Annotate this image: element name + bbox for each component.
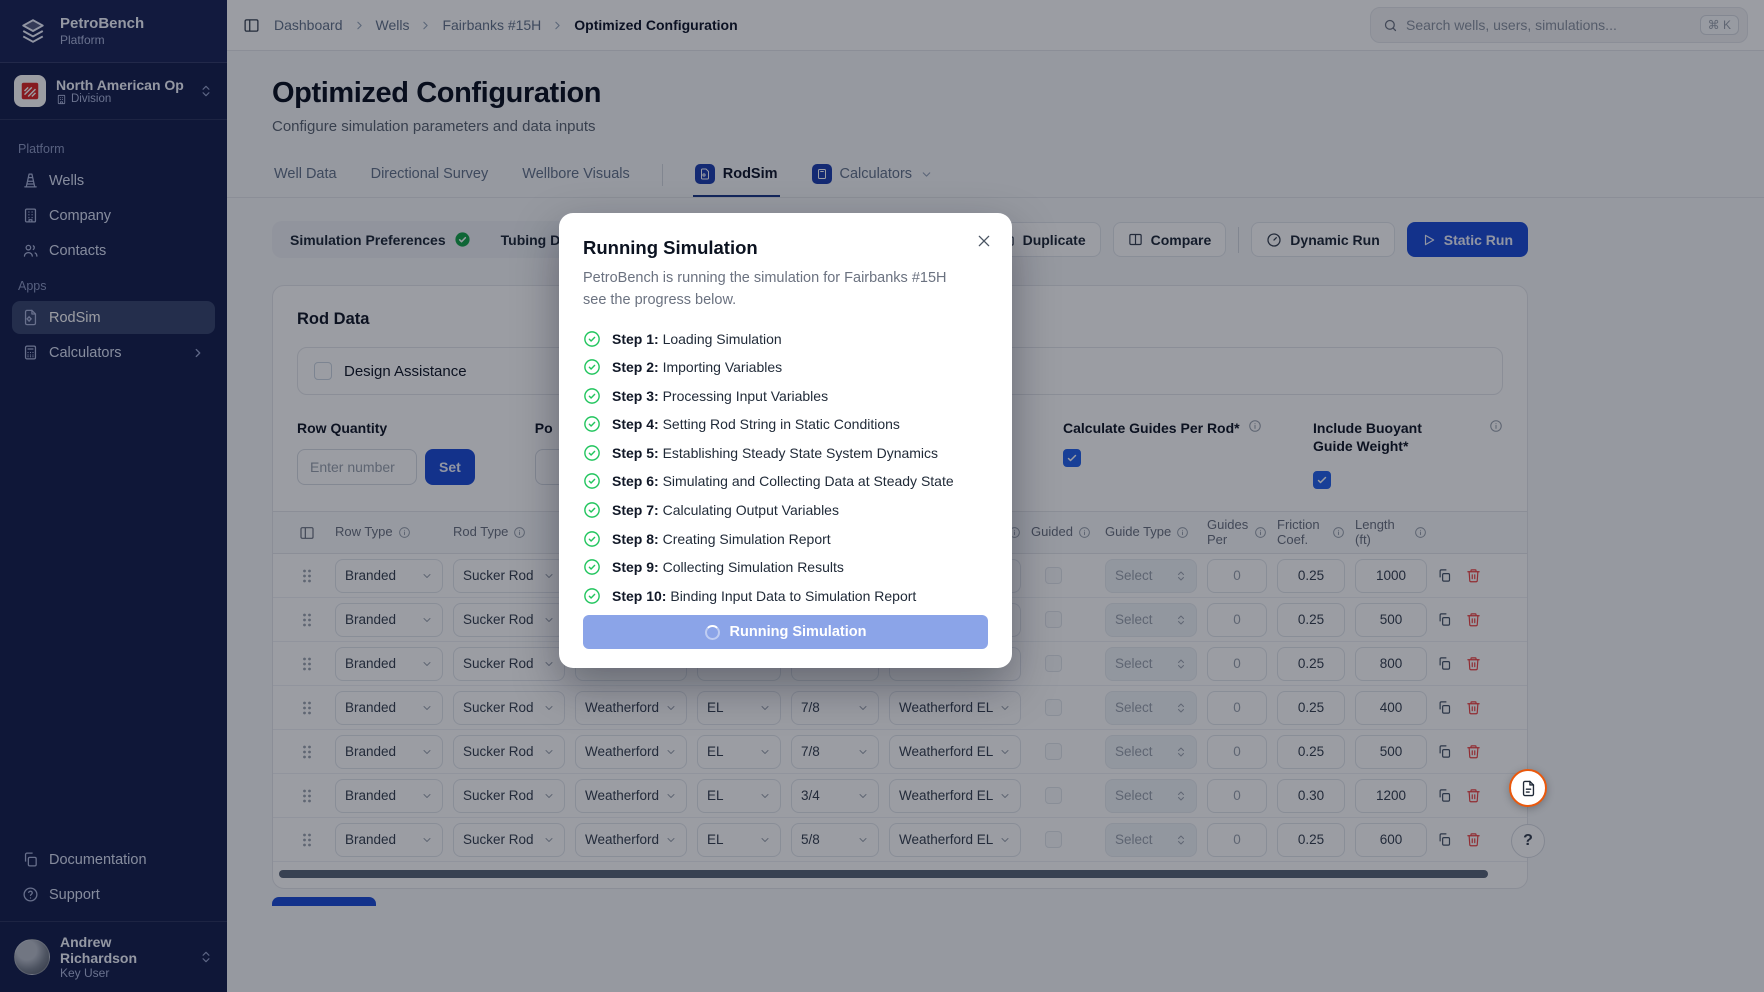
simulation-step: Step 6: Simulating and Collecting Data a… xyxy=(583,472,988,490)
simulation-step: Step 10: Binding Input Data to Simulatio… xyxy=(583,587,988,605)
running-simulation-button[interactable]: Running Simulation xyxy=(583,615,988,649)
step-label: Step 4: Setting Rod String in Static Con… xyxy=(612,416,900,432)
modal-description: PetroBench is running the simulation for… xyxy=(583,268,963,312)
step-label: Step 6: Simulating and Collecting Data a… xyxy=(612,473,954,489)
simulation-step: Step 4: Setting Rod String in Static Con… xyxy=(583,415,988,433)
close-icon xyxy=(976,233,992,249)
step-check-icon xyxy=(583,387,601,405)
step-label: Step 9: Collecting Simulation Results xyxy=(612,559,844,575)
simulation-step: Step 7: Calculating Output Variables xyxy=(583,501,988,519)
step-check-icon xyxy=(583,444,601,462)
simulation-step: Step 2: Importing Variables xyxy=(583,358,988,376)
simulation-step: Step 8: Creating Simulation Report xyxy=(583,530,988,548)
simulation-step: Step 1: Loading Simulation xyxy=(583,330,988,348)
step-check-icon xyxy=(583,530,601,548)
simulation-step: Step 9: Collecting Simulation Results xyxy=(583,558,988,576)
step-check-icon xyxy=(583,358,601,376)
notes-fab-button[interactable] xyxy=(1509,769,1547,807)
step-label: Step 10: Binding Input Data to Simulatio… xyxy=(612,588,916,604)
running-simulation-modal: Running Simulation PetroBench is running… xyxy=(559,213,1012,668)
step-label: Step 5: Establishing Steady State System… xyxy=(612,445,938,461)
spinner-icon xyxy=(705,625,720,640)
step-label: Step 7: Calculating Output Variables xyxy=(612,502,839,518)
step-check-icon xyxy=(583,330,601,348)
step-label: Step 8: Creating Simulation Report xyxy=(612,531,831,547)
step-check-icon xyxy=(583,587,601,605)
simulation-step: Step 3: Processing Input Variables xyxy=(583,387,988,405)
step-label: Step 1: Loading Simulation xyxy=(612,331,782,347)
notebook-icon xyxy=(1520,780,1537,797)
step-label: Step 2: Importing Variables xyxy=(612,359,782,375)
modal-title: Running Simulation xyxy=(583,237,988,259)
step-check-icon xyxy=(583,501,601,519)
step-check-icon xyxy=(583,472,601,490)
step-check-icon xyxy=(583,558,601,576)
simulation-steps: Step 1: Loading Simulation Step 2: Impor… xyxy=(583,330,988,605)
step-label: Step 3: Processing Input Variables xyxy=(612,388,828,404)
step-check-icon xyxy=(583,415,601,433)
modal-close-button[interactable] xyxy=(976,233,992,249)
simulation-step: Step 5: Establishing Steady State System… xyxy=(583,444,988,462)
